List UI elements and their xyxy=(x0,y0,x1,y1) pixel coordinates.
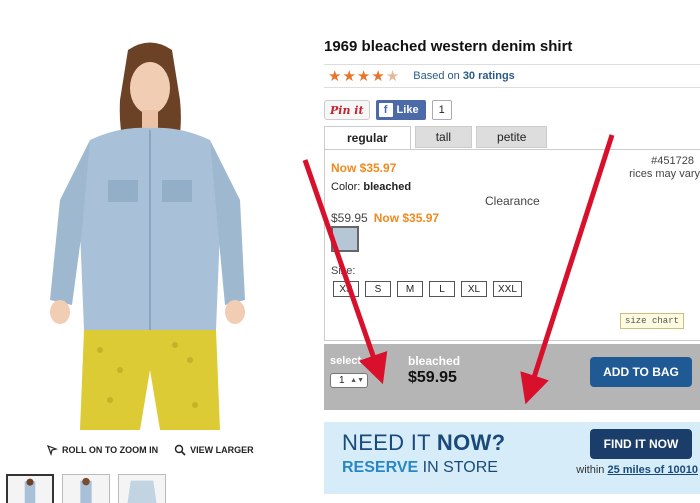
sku-number: #451728 xyxy=(651,155,694,167)
zoom-label: ROLL ON TO ZOOM IN xyxy=(62,445,159,455)
half-star-icon: ★ xyxy=(385,67,400,85)
product-options-panel: Now $35.97 #451728 rices may vary Color:… xyxy=(324,149,700,341)
color-line: Color: bleached xyxy=(331,181,412,193)
rating-row: ★ ★ ★ ★ ★ Based on 30 ratings xyxy=(324,64,700,88)
cursor-icon xyxy=(46,444,58,456)
view-larger-label: VIEW LARGER xyxy=(190,445,254,455)
thumbnail-front[interactable] xyxy=(6,474,54,503)
social-buttons: Pin it f Like 1 xyxy=(324,100,452,120)
size-xl[interactable]: XL xyxy=(461,281,487,297)
product-page: ROLL ON TO ZOOM IN VIEW LARGER 1969 blea… xyxy=(0,0,700,503)
star-icon: ★ xyxy=(356,67,371,85)
size-chart-link[interactable]: size chart xyxy=(619,313,684,329)
view-larger-link[interactable]: VIEW LARGER xyxy=(174,444,254,456)
quantity-select[interactable]: 1 ▲▼ xyxy=(330,373,368,388)
color-swatch-bleached[interactable] xyxy=(331,226,359,252)
tab-tall[interactable]: tall xyxy=(414,126,473,148)
zoom-control[interactable]: ROLL ON TO ZOOM IN xyxy=(46,444,158,456)
zoom-bar: ROLL ON TO ZOOM IN VIEW LARGER xyxy=(46,444,254,456)
model-illustration xyxy=(50,42,245,430)
facebook-like-button[interactable]: f Like xyxy=(375,100,426,120)
tab-petite[interactable]: petite xyxy=(476,126,548,148)
thumbnail-strip xyxy=(6,474,166,503)
selected-color: bleached xyxy=(408,354,461,368)
fit-tabs: regular tall petite xyxy=(324,126,548,150)
product-main-image[interactable] xyxy=(20,30,280,430)
product-title: 1969 bleached western denim shirt xyxy=(324,38,573,55)
thumb-image xyxy=(24,478,36,503)
quantity-value: 1 xyxy=(339,375,345,386)
selected-price: $59.95 xyxy=(408,369,457,386)
facebook-icon: f xyxy=(378,103,393,117)
find-it-now-button[interactable]: FIND IT NOW xyxy=(590,429,692,459)
thumbnail-back[interactable] xyxy=(62,474,110,503)
clearance-label: Clearance xyxy=(485,194,540,208)
thumbnail-flat[interactable] xyxy=(118,474,166,503)
rating-count[interactable]: 30 ratings xyxy=(463,70,515,82)
store-pickup-banner: NEED IT NOW? RESERVE IN STORE FIND IT NO… xyxy=(324,422,700,494)
size-s[interactable]: S xyxy=(365,281,391,297)
stepper-icon: ▲▼ xyxy=(350,377,364,384)
add-to-bag-bar: select 1 ▲▼ bleached $59.95 ADD TO BAG xyxy=(324,344,700,410)
add-to-bag-button[interactable]: ADD TO BAG xyxy=(590,357,692,387)
star-rating[interactable]: ★ ★ ★ ★ ★ xyxy=(328,69,399,84)
original-price: $59.95 xyxy=(331,211,368,225)
sale-price-top: Now $35.97 xyxy=(331,161,397,175)
price-vary-note: rices may vary xyxy=(629,168,700,180)
store-radius: within 25 miles of 10010 xyxy=(576,464,698,476)
sale-price: Now $35.97 xyxy=(373,211,440,225)
quantity-label: select xyxy=(330,355,362,367)
size-label: Size: xyxy=(331,265,356,277)
star-icon: ★ xyxy=(371,67,385,85)
color-value: bleached xyxy=(363,181,412,193)
pinterest-button[interactable]: Pin it xyxy=(324,100,370,120)
star-icon: ★ xyxy=(342,67,356,85)
price-row: $59.95 Now $35.97 xyxy=(331,211,439,225)
thumb-image xyxy=(127,480,157,503)
like-count: 1 xyxy=(431,100,452,120)
store-radius-link[interactable]: 25 miles of 10010 xyxy=(607,464,698,476)
thumb-image xyxy=(80,477,92,503)
star-icon: ★ xyxy=(328,67,342,85)
magnifier-icon xyxy=(174,444,186,456)
size-l[interactable]: L xyxy=(429,281,455,297)
need-it-now-heading: NEED IT NOW? xyxy=(342,430,506,455)
reserve-in-store-heading: RESERVE IN STORE xyxy=(342,459,498,476)
size-m[interactable]: M xyxy=(397,281,423,297)
size-xxl[interactable]: XXL xyxy=(493,281,522,297)
size-selector: XS S M L XL XXL xyxy=(333,281,522,297)
size-xs[interactable]: XS xyxy=(333,281,359,297)
tab-regular[interactable]: regular xyxy=(324,126,411,150)
like-label: Like xyxy=(396,104,419,116)
rating-text[interactable]: Based on 30 ratings xyxy=(413,70,515,82)
